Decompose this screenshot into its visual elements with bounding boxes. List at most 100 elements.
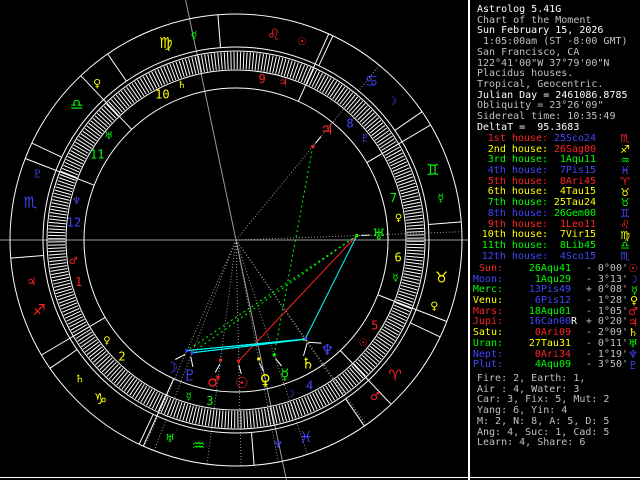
tick	[50, 208, 68, 213]
house-sign-icon: ♍	[620, 228, 630, 242]
wheel-sign-libra-icon: ♎	[70, 96, 83, 114]
wheel-sign-aquarius-icon: ♒	[192, 437, 205, 455]
wheel-house-number-1: 1	[75, 275, 82, 289]
tick	[70, 150, 86, 160]
tick	[390, 312, 407, 322]
wheel-sign-taurus-icon: ♉	[435, 269, 448, 287]
tick	[66, 313, 83, 322]
tick	[306, 68, 315, 85]
sign-boundary-scorpio	[31, 142, 62, 158]
wheel-planet-pluto-icon: ♇	[183, 366, 196, 384]
house-sign-icon: ♐	[620, 143, 630, 157]
tick	[213, 53, 217, 71]
wheel-sign-ruler-icon: ☿	[437, 192, 444, 205]
tick	[207, 54, 211, 71]
tick	[145, 74, 155, 91]
tick	[267, 408, 272, 425]
sign-boundary-gemini	[428, 221, 462, 225]
tick	[308, 69, 318, 86]
wheel-house-number-12: 12	[67, 216, 81, 230]
tick	[263, 54, 268, 72]
house-label: 12th house:	[481, 250, 548, 262]
tick	[403, 273, 421, 278]
wheel-house-ruler-icon: ♀	[103, 336, 110, 347]
house-sign-icon: ♏	[620, 249, 630, 263]
tick	[62, 305, 79, 313]
tick	[405, 258, 423, 262]
marker-mercury	[272, 353, 276, 357]
tick	[248, 52, 251, 70]
wheel-house-ruler-icon: ♂	[69, 256, 78, 267]
wheel-house-ruler-icon: ☉	[359, 338, 368, 349]
wheel-sign-ruler-icon: ♆	[273, 438, 283, 451]
tick	[405, 261, 423, 265]
pointer-pluto	[190, 356, 194, 368]
tick	[61, 302, 78, 310]
tick	[151, 392, 161, 409]
wheel-planet-jupiter-icon: ♃	[320, 121, 333, 139]
wheel-house-number-9: 9	[258, 72, 265, 86]
wheel-sign-sagittarius-icon: ♐	[32, 301, 45, 319]
radial-uranus	[235, 231, 462, 241]
tick	[311, 71, 321, 88]
wheel-sign-capricorn-icon: ♑	[94, 390, 107, 408]
tick	[169, 63, 177, 81]
house-sign-icon: ♒	[620, 153, 630, 167]
tick	[246, 410, 249, 428]
tick	[149, 391, 158, 408]
houses-table: 1st house: 25Sco24 ♏ 2nd house: 26Sag00 ♐ 3rd …	[470, 133, 640, 263]
tick	[386, 320, 402, 330]
wheel-house-number-8: 8	[346, 117, 353, 131]
tick	[295, 399, 303, 417]
tick	[67, 155, 84, 165]
marker-pluto	[190, 351, 194, 355]
wheel-house-ruler-icon: ♅	[104, 131, 113, 142]
wheel-planet-mars-icon: ♂	[207, 372, 220, 390]
planet-position-value: 27Tau31	[528, 337, 571, 349]
tick	[264, 408, 268, 426]
wheel-planet-venus-icon: ♀	[260, 371, 271, 389]
wheel-sign-pisces-icon: ♓	[299, 428, 312, 446]
info-line-11: DeltaT = 95.3683	[477, 121, 580, 133]
tick	[257, 53, 261, 71]
tick	[405, 217, 423, 221]
wheel-planet-mercury-icon: ☿	[280, 365, 289, 383]
planet-row-uran: Uran: 27Tau31- 0°11' ♅	[470, 337, 640, 350]
tick	[312, 392, 321, 409]
aspect-trine-jupiter-mercury	[273, 146, 314, 355]
tick	[60, 170, 77, 179]
house-label: 8th house:	[487, 207, 548, 219]
tick	[395, 173, 413, 181]
tick	[217, 52, 220, 70]
sign-boundary-virgo	[217, 14, 221, 48]
wheel-house-number-4: 4	[306, 378, 313, 392]
aspect-sextile-uranus-saturn	[304, 235, 358, 340]
tick	[204, 54, 208, 72]
tick	[316, 74, 326, 90]
tick	[406, 227, 424, 230]
sign-boundary-capricorn	[49, 349, 78, 369]
tick	[166, 399, 175, 416]
tick	[208, 409, 212, 427]
tick	[49, 218, 67, 222]
house-sign-icon: ♓	[620, 164, 630, 178]
tick	[255, 409, 259, 427]
wheel-sign-ruler-icon: ♂	[370, 390, 380, 403]
house-sign-icon: ♊	[620, 207, 630, 221]
tick	[258, 409, 262, 427]
wheel-sign-virgo-icon: ♍	[159, 34, 172, 52]
tick	[314, 72, 323, 89]
house-sign-icon: ♎	[620, 239, 630, 253]
tick	[157, 395, 166, 412]
tick	[48, 225, 66, 228]
tick	[63, 164, 80, 173]
tick	[261, 409, 265, 426]
tick	[148, 73, 158, 89]
wheel-planet-sun-icon: ☉	[235, 374, 248, 392]
wheel-house-ruler-icon: ♇	[361, 133, 370, 144]
house-sign-icon: ♈	[620, 175, 630, 189]
astrolog-window: { "colors": { "red": "#ff2222", "yellow"…	[0, 0, 640, 480]
astro-wheel-chart: ♈♂♉♀♊☿♋☽♌ ☉♍ ☿♎♀♏♇♐♃♑♄♒♅ ♓♆1♂2♀3☿4☽5☉6☿7♀8♇…	[0, 0, 470, 480]
tick	[67, 316, 84, 325]
tick	[295, 63, 302, 80]
